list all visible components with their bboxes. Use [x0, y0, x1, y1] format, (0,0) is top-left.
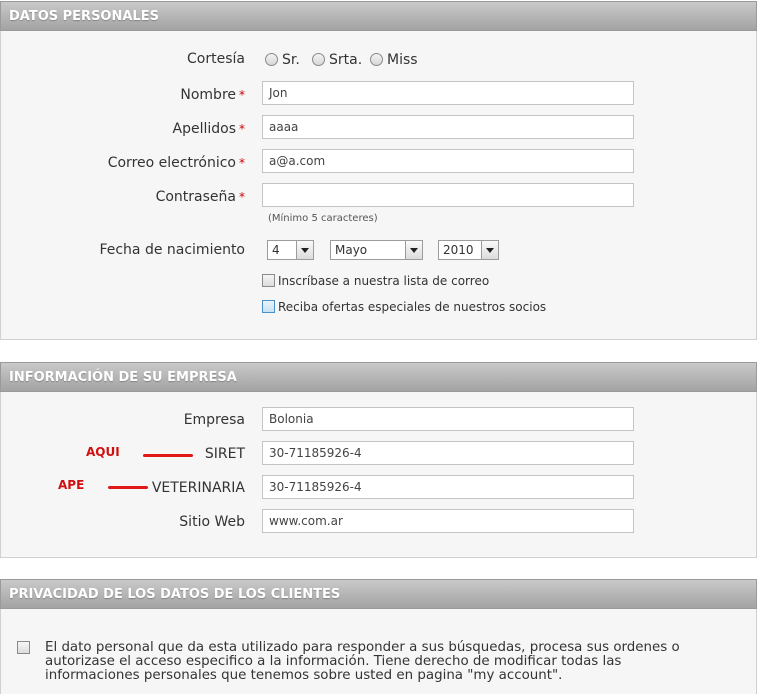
required-mark: *: [239, 190, 245, 204]
birth-label: Fecha de nacimiento: [99, 242, 245, 258]
nombre-label: Nombre *: [180, 87, 245, 103]
privacy-section: PRIVACIDAD DE LOS DATOS DE LOS CLIENTES …: [0, 579, 757, 694]
birth-day-select[interactable]: 4: [267, 240, 314, 260]
courtesy-option-miss[interactable]: Miss: [370, 52, 418, 68]
newsletter-label: Inscríbase a nuestra lista de correo: [278, 274, 490, 288]
required-mark: *: [239, 88, 245, 102]
birth-year-value: 2010: [443, 243, 474, 257]
nombre-input[interactable]: Jon: [262, 81, 634, 105]
newsletter-checkbox[interactable]: [262, 274, 275, 287]
chevron-down-icon[interactable]: [296, 241, 313, 259]
company-section-body: Empresa Bolonia AQUI SIRET 30-71185926-4…: [0, 392, 757, 558]
chevron-down-icon[interactable]: [481, 241, 498, 259]
company-section: INFORMACIÓN DE SU EMPRESA Empresa Boloni…: [0, 362, 757, 558]
privacy-checkbox[interactable]: [17, 641, 30, 654]
annotation-aqui: AQUI: [86, 445, 120, 459]
chevron-down-icon[interactable]: [405, 241, 422, 259]
newsletter-option[interactable]: Inscríbase a nuestra lista de correo: [262, 274, 489, 288]
offers-checkbox[interactable]: [262, 300, 275, 313]
password-input[interactable]: [262, 183, 634, 207]
radio-miss[interactable]: [370, 52, 383, 66]
required-mark: *: [239, 122, 245, 136]
password-hint: (Mínimo 5 caracteres): [268, 213, 378, 224]
required-mark: *: [239, 156, 245, 170]
privacy-text: El dato personal que da esta utilizado p…: [45, 640, 680, 683]
apellidos-label: Apellidos *: [173, 121, 246, 137]
siret-input[interactable]: 30-71185926-4: [262, 441, 634, 465]
courtesy-label: Cortesía: [187, 51, 245, 67]
courtesy-option-srta[interactable]: Srta.: [312, 52, 362, 68]
privacy-section-body: El dato personal que da esta utilizado p…: [0, 609, 757, 694]
email-label: Correo electrónico *: [108, 155, 245, 171]
offers-label: Reciba ofertas especiales de nuestros so…: [278, 300, 547, 314]
birth-year-select[interactable]: 2010: [438, 240, 499, 260]
apellidos-label-text: Apellidos: [172, 121, 237, 137]
password-label-text: Contraseña: [155, 189, 236, 205]
annotation-line-ape: [108, 486, 148, 489]
courtesy-option-miss-label: Miss: [387, 52, 418, 68]
personal-section-body: Cortesía Sr. Srta. Miss Nombre * Jon Apel…: [0, 31, 757, 340]
annotation-ape: APE: [58, 478, 85, 492]
veterinaria-input[interactable]: 30-71185926-4: [262, 475, 634, 499]
web-label: Sitio Web: [179, 514, 245, 530]
annotation-line-aqui: [143, 454, 193, 457]
courtesy-option-sr-label: Sr.: [282, 52, 300, 68]
empresa-input[interactable]: Bolonia: [262, 407, 634, 431]
radio-srta[interactable]: [312, 52, 325, 66]
radio-sr[interactable]: [265, 52, 278, 66]
personal-section: DATOS PERSONALES Cortesía Sr. Srta. Miss…: [0, 1, 757, 341]
birth-month-value: Mayo: [335, 243, 368, 257]
offers-option[interactable]: Reciba ofertas especiales de nuestros so…: [262, 300, 546, 314]
birth-month-select[interactable]: Mayo: [330, 240, 423, 260]
password-label: Contraseña *: [156, 189, 245, 205]
privacy-section-header: PRIVACIDAD DE LOS DATOS DE LOS CLIENTES: [0, 579, 757, 609]
empresa-label: Empresa: [183, 412, 245, 428]
courtesy-option-sr[interactable]: Sr.: [265, 52, 300, 68]
apellidos-input[interactable]: aaaa: [262, 115, 634, 139]
email-label-text: Correo electrónico: [107, 155, 236, 171]
personal-section-header: DATOS PERSONALES: [0, 1, 757, 31]
company-section-header: INFORMACIÓN DE SU EMPRESA: [0, 362, 757, 392]
birth-day-value: 4: [272, 243, 280, 257]
veterinaria-label: VETERINARIA: [151, 480, 245, 496]
web-input[interactable]: www.com.ar: [262, 509, 634, 533]
nombre-label-text: Nombre: [180, 87, 236, 103]
siret-label: SIRET: [204, 446, 245, 462]
courtesy-option-srta-label: Srta.: [329, 52, 363, 68]
email-input[interactable]: a@a.com: [262, 149, 634, 173]
